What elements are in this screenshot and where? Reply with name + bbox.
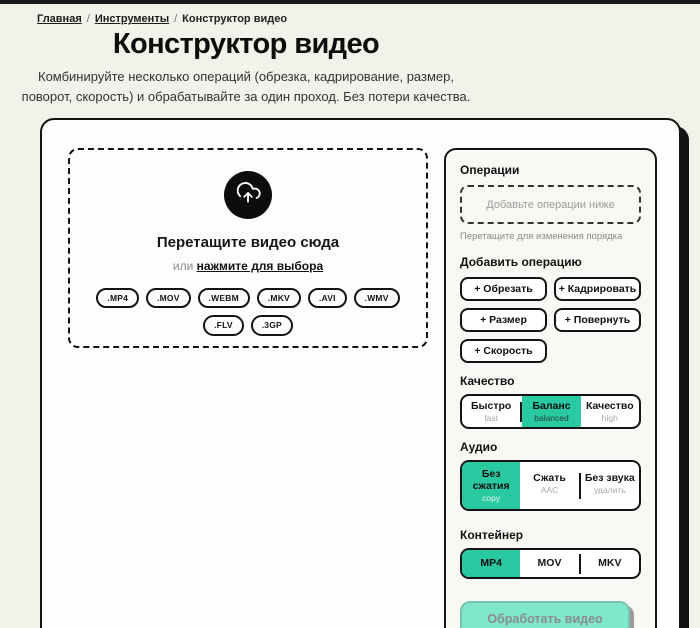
quality-option-label: Качество [582, 400, 638, 412]
format-pill-mkv: .MKV [257, 288, 301, 308]
cloud-upload-icon [235, 180, 261, 211]
quality-option-label: Баланс [523, 400, 579, 412]
page-header: Конструктор видео Комбинируйте несколько… [0, 28, 492, 107]
add-operation-buttons: + Обрезать + Кадрировать + Размер + Пове… [460, 277, 641, 363]
breadcrumb-separator: / [174, 13, 177, 25]
or-text: или [173, 259, 193, 273]
container-heading: Контейнер [460, 528, 641, 542]
dropzone-title: Перетащите видео сюда [157, 234, 339, 251]
format-pill-avi: .AVI [308, 288, 347, 308]
page-subtitle: Комбинируйте несколько операций (обрезка… [21, 67, 471, 107]
breadcrumb: Главная / Инструменты / Конструктор видео [37, 13, 700, 25]
audio-option-compress[interactable]: Сжать AAC [520, 462, 578, 509]
audio-option-sublabel: copy [463, 493, 519, 503]
add-operation-heading: Добавить операцию [460, 255, 641, 269]
container-option-mp4[interactable]: MP4 [462, 550, 520, 576]
quality-option-sublabel: balanced [523, 413, 579, 423]
format-pill-3gp: .3GP [251, 315, 293, 335]
format-pill-webm: .WEBM [198, 288, 250, 308]
audio-option-sublabel: AAC [521, 485, 577, 495]
quality-option-label: Быстро [463, 400, 519, 412]
audio-option-mute[interactable]: Без звука удалить [581, 462, 639, 509]
audio-option-sublabel: удалить [582, 485, 638, 495]
add-speed-button[interactable]: + Скорость [460, 339, 547, 363]
quality-option-fast[interactable]: Быстро fast [462, 396, 520, 427]
format-pill-mp4: .MP4 [96, 288, 139, 308]
quality-option-balanced[interactable]: Баланс balanced [522, 396, 580, 427]
operations-dropzone[interactable]: Добавьте операции ниже [460, 185, 641, 224]
audio-heading: Аудио [460, 440, 641, 454]
quality-option-sublabel: high [582, 413, 638, 423]
add-resize-button[interactable]: + Размер [460, 308, 547, 332]
add-rotate-button[interactable]: + Повернуть [554, 308, 641, 332]
settings-panel: Операции Добавьте операции ниже Перетащи… [444, 148, 657, 628]
supported-formats-list: .MP4 .MOV .WEBM .MKV .AVI .WMV .FLV .3GP [80, 288, 416, 335]
process-video-button[interactable]: Обработать видео [460, 601, 630, 628]
audio-option-copy[interactable]: Без сжатия copy [462, 462, 520, 509]
container-option-mkv[interactable]: MKV [581, 550, 639, 576]
browse-files-link[interactable]: нажмите для выбора [197, 259, 324, 273]
audio-segmented-control: Без сжатия copy Сжать AAC Без звука удал… [460, 460, 641, 511]
main-card: Перетащите видео сюда или нажмите для вы… [40, 118, 681, 628]
format-pill-mov: .MOV [146, 288, 191, 308]
breadcrumb-link-home[interactable]: Главная [37, 13, 82, 25]
add-trim-button[interactable]: + Обрезать [460, 277, 547, 301]
container-option-label: MP4 [463, 557, 519, 569]
audio-option-label: Без сжатия [468, 468, 514, 492]
quality-option-sublabel: fast [463, 413, 519, 423]
quality-heading: Качество [460, 374, 641, 388]
audio-option-label: Сжать [521, 472, 577, 484]
top-border-bar [0, 0, 700, 4]
container-segmented-control: MP4 MOV MKV [460, 548, 641, 578]
quality-option-high[interactable]: Качество high [581, 396, 639, 427]
add-crop-button[interactable]: + Кадрировать [554, 277, 641, 301]
operations-hint: Перетащите для изменения порядка [460, 231, 641, 242]
operations-heading: Операции [460, 163, 641, 177]
format-pill-flv: .FLV [203, 315, 244, 335]
operations-placeholder: Добавьте операции ниже [486, 199, 614, 211]
upload-circle [224, 171, 272, 219]
breadcrumb-separator: / [87, 13, 90, 25]
container-option-label: MOV [521, 557, 577, 569]
video-dropzone[interactable]: Перетащите видео сюда или нажмите для вы… [68, 148, 428, 348]
container-option-label: MKV [582, 557, 638, 569]
page-title: Конструктор видео [0, 28, 492, 61]
format-pill-wmv: .WMV [354, 288, 400, 308]
dropzone-subtitle: или нажмите для выбора [173, 259, 323, 273]
container-option-mov[interactable]: MOV [520, 550, 578, 576]
audio-option-label: Без звука [582, 472, 638, 484]
breadcrumb-current: Конструктор видео [182, 13, 287, 25]
quality-segmented-control: Быстро fast Баланс balanced Качество hig… [460, 394, 641, 429]
breadcrumb-link-tools[interactable]: Инструменты [95, 13, 169, 25]
